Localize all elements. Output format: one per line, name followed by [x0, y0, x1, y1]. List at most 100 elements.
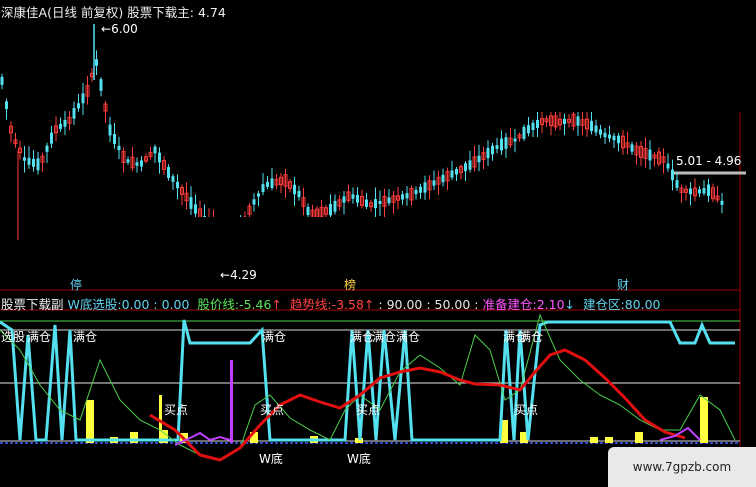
candle-body: [612, 135, 616, 141]
candle-body: [563, 118, 566, 125]
candle-body: [468, 160, 472, 170]
candle-body: [698, 189, 701, 194]
candle-body: [464, 163, 467, 172]
candle-body: [495, 145, 499, 149]
candle-body: [36, 158, 40, 171]
indicator-bar: [605, 437, 613, 443]
stock-name: 深康佳A: [1, 5, 48, 20]
candle-body: [707, 184, 710, 196]
indicator-bar: [700, 397, 708, 443]
candle-body: [45, 145, 49, 152]
candle-body: [113, 133, 116, 145]
candle-body: [0, 76, 4, 85]
candle-body: [270, 178, 274, 189]
candle-body: [50, 132, 53, 144]
candle-body: [293, 184, 296, 195]
candle-body: [401, 194, 404, 200]
candle-body: [419, 186, 422, 193]
event-marker[interactable]: 停: [70, 276, 82, 293]
candle-body: [140, 160, 143, 167]
candle-body: [513, 138, 517, 142]
event-marker[interactable]: 财: [617, 276, 629, 293]
candle-body: [108, 124, 112, 136]
indicator-bar: [230, 360, 233, 443]
wbottom-label: W底选股:: [67, 297, 122, 312]
candle-body: [126, 159, 130, 163]
up-arrow-icon: ↑: [363, 297, 375, 312]
candle-body: [536, 119, 539, 129]
prepare-value: 2.10: [536, 297, 565, 312]
build-zone-label: 建仓区:: [582, 297, 625, 312]
candle-body: [72, 108, 76, 119]
price-line-value: -5.46: [239, 297, 272, 312]
candle-body: [666, 163, 670, 169]
candle-body: [387, 197, 391, 204]
candle-body: [378, 200, 382, 205]
candle-body: [365, 199, 368, 207]
candle-body: [486, 147, 490, 159]
candle-body: [720, 200, 724, 205]
candle-body: [477, 155, 481, 163]
candle-body: [189, 197, 193, 209]
chart-label: W底: [259, 452, 283, 466]
indicator-bar: [590, 437, 598, 443]
indicator-bar: [86, 400, 94, 443]
candle-body: [432, 180, 436, 186]
candle-body: [32, 158, 35, 167]
candle-body: [441, 174, 445, 183]
candle-body: [99, 79, 103, 91]
indicator-name: 股票下载主: [127, 5, 190, 20]
chart-label: 选股: [1, 330, 26, 344]
candle-body: [333, 200, 337, 212]
chart-label: 买点: [356, 403, 381, 417]
period-label: (日线 前复权): [47, 5, 124, 20]
candle-body: [689, 188, 692, 195]
candle-body: [117, 145, 121, 151]
candle-body: [603, 132, 607, 138]
candle-body: [158, 152, 161, 163]
range-label: 5.01 - 4.96: [676, 154, 742, 168]
candle-body: [342, 196, 346, 203]
candle-body: [59, 123, 62, 129]
candle-body: [423, 182, 427, 193]
chart-label: 满仓: [350, 330, 375, 344]
candle-body: [171, 176, 175, 182]
event-marker[interactable]: 榜: [344, 276, 356, 293]
candle-body: [351, 194, 355, 199]
candle-body: [252, 199, 256, 205]
sub-indicator-name: 股票下载副: [1, 297, 64, 312]
candle-body: [527, 125, 530, 134]
chart-label: 买点: [164, 403, 189, 417]
chart-label: 买点: [260, 403, 285, 417]
candle-body: [608, 134, 611, 139]
candle-body: [414, 189, 418, 195]
candle-body: [5, 101, 8, 109]
trend-line-value: -3.58: [331, 297, 364, 312]
candle-body: [266, 181, 269, 187]
candle-body: [167, 167, 170, 178]
candle-body: [135, 162, 139, 166]
candle-body: [630, 144, 634, 152]
chart-label: W底: [347, 452, 371, 466]
candle-body: [261, 184, 265, 193]
up-arrow-icon: ↑: [271, 297, 282, 312]
candle-body: [405, 193, 409, 199]
chart-label: 满仓: [519, 330, 544, 344]
candle-body: [81, 93, 85, 104]
candle-body: [702, 188, 706, 194]
chart-label: 买点: [514, 403, 539, 417]
candle-body: [63, 119, 67, 127]
low-price-label: ←4.29: [220, 268, 257, 282]
candle-body: [531, 122, 535, 131]
candle-body: [297, 190, 301, 198]
candle-body: [194, 204, 197, 214]
candle-body: [576, 116, 580, 126]
down-arrow-icon: ↓: [564, 297, 576, 312]
candle-body: [23, 157, 26, 161]
stock-chart-window: { "header": { "stock_name": "深康佳A", "per…: [0, 0, 756, 487]
candle-body: [675, 180, 679, 188]
candle-body: [599, 129, 602, 135]
sub-chart-header: 股票下载副 W底选股:0.00 : 0.00 股价线:-5.46↑ 趋势线:-3…: [1, 294, 661, 313]
candle-body: [95, 59, 98, 66]
chart-label: 满仓: [372, 330, 397, 344]
